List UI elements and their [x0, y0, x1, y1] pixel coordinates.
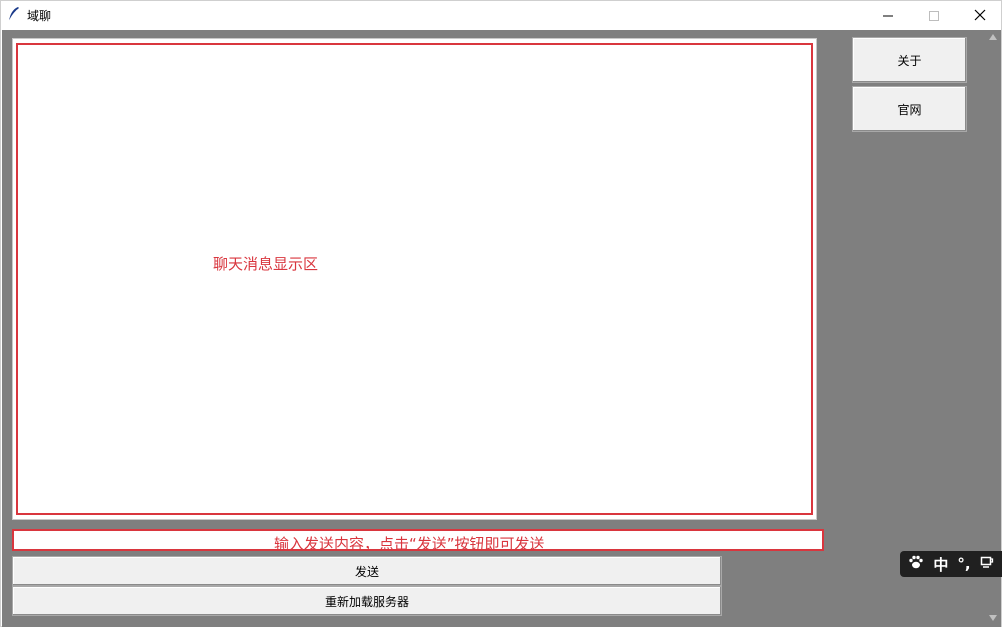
message-input-box[interactable]: 输入发送内容，点击“发送”按钮即可发送: [12, 529, 824, 553]
window-title: 域聊: [27, 9, 52, 23]
ime-punct-toggle[interactable]: °,: [957, 555, 970, 573]
ime-toolbar[interactable]: 中 °,: [900, 551, 1002, 577]
message-input-hint: 输入发送内容，点击“发送”按钮即可发送: [274, 535, 545, 553]
maximize-icon: [929, 6, 939, 25]
chat-area-hint: 聊天消息显示区: [213, 255, 319, 273]
app-window: 域聊 聊天消息显示区 关于 官网 输入发送内容，点击“发送”按钮即可发送 发送 …: [0, 0, 1002, 627]
paw-icon[interactable]: [908, 554, 924, 574]
scroll-up-arrow-icon[interactable]: [989, 34, 997, 40]
client-area: 聊天消息显示区 关于 官网 输入发送内容，点击“发送”按钮即可发送 发送 重新加…: [2, 30, 1001, 627]
ime-mode-toggle[interactable]: 中: [933, 554, 948, 575]
about-button[interactable]: 关于: [852, 37, 967, 83]
chat-message-frame: 聊天消息显示区: [16, 43, 813, 515]
reload-server-button[interactable]: 重新加载服务器: [12, 586, 722, 616]
vertical-scrollbar[interactable]: [985, 30, 1001, 627]
title-bar[interactable]: 域聊: [1, 1, 1001, 29]
close-button[interactable]: [957, 1, 1002, 29]
cup-icon[interactable]: [980, 555, 994, 573]
website-button[interactable]: 官网: [852, 86, 967, 132]
minimize-icon: [883, 6, 893, 25]
send-button[interactable]: 发送: [12, 556, 722, 586]
feather-icon: [7, 6, 21, 22]
close-icon: [974, 6, 986, 25]
scroll-down-arrow-icon[interactable]: [989, 615, 997, 621]
chat-message-area[interactable]: 聊天消息显示区: [12, 38, 817, 520]
maximize-button[interactable]: [911, 1, 957, 29]
minimize-button[interactable]: [865, 1, 911, 29]
